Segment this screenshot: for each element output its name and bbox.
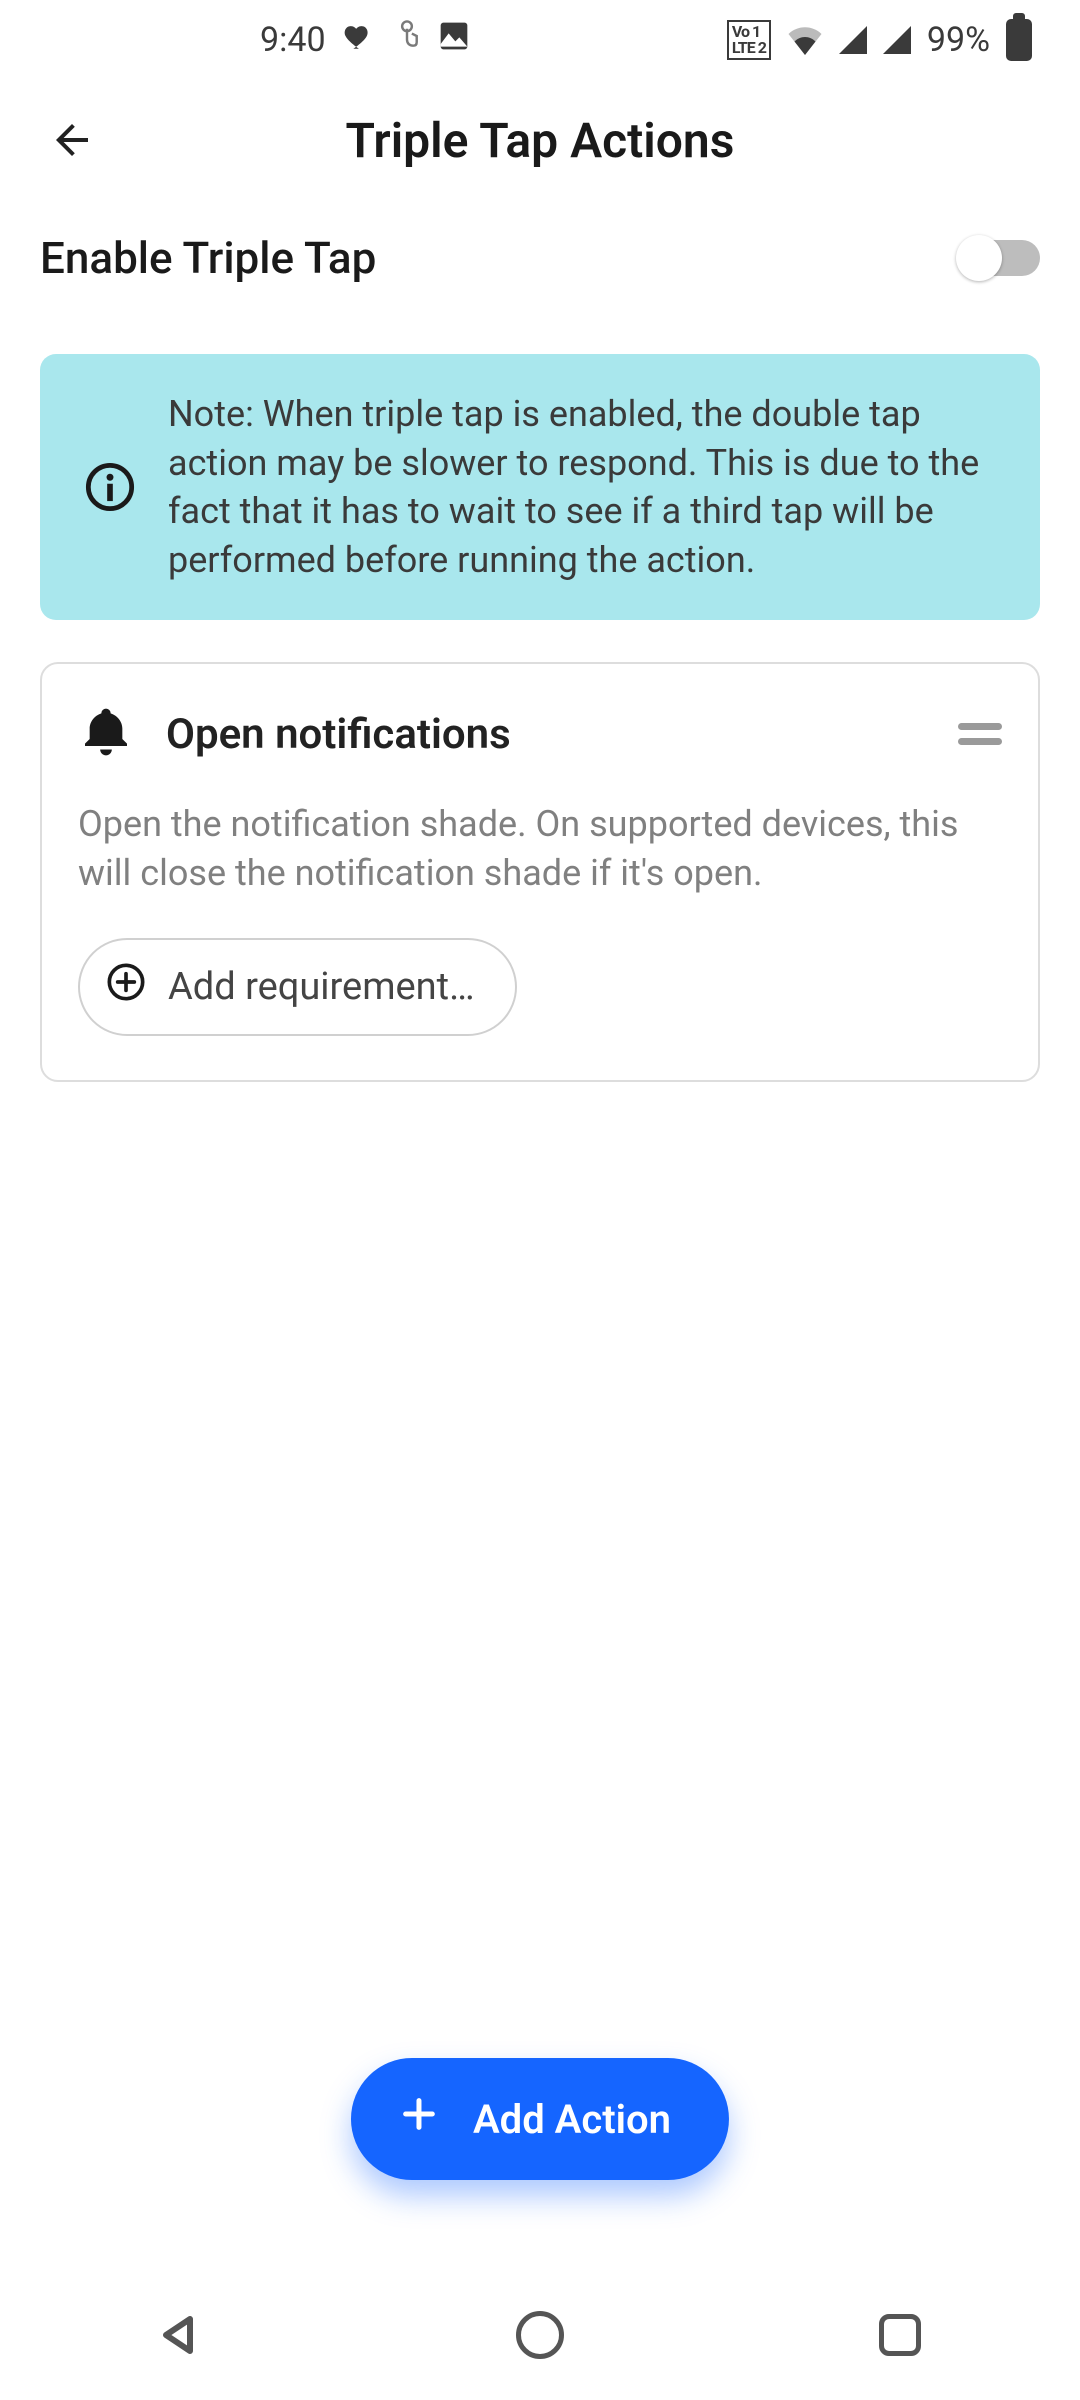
info-note: Note: When triple tap is enabled, the do… (40, 354, 1040, 620)
image-icon (438, 20, 470, 61)
info-icon (80, 461, 140, 513)
nav-home-button[interactable] (500, 2305, 580, 2365)
back-button[interactable] (40, 108, 104, 172)
status-left: 9:40 (260, 19, 470, 62)
enable-triple-tap-label: Enable Triple Tap (40, 232, 376, 284)
nav-recents-button[interactable] (860, 2305, 940, 2365)
page-title: Triple Tap Actions (104, 112, 1040, 169)
signal-icon (883, 26, 911, 54)
bell-icon (78, 704, 134, 764)
battery-icon (1006, 19, 1032, 61)
battery-percent: 99% (927, 20, 990, 60)
touch-icon (392, 19, 422, 62)
add-requirement-label: Add requirement… (168, 965, 475, 1009)
nav-back-button[interactable] (140, 2305, 220, 2365)
status-right: Vo 1LTE 2 99% (727, 19, 1032, 61)
app-bar: Triple Tap Actions (0, 80, 1080, 200)
add-action-label: Add Action (473, 2096, 671, 2143)
info-note-text: Note: When triple tap is enabled, the do… (168, 390, 1000, 584)
action-card: Open notifications Open the notification… (40, 662, 1040, 1081)
add-action-button[interactable]: Add Action (351, 2058, 729, 2180)
drag-handle-icon[interactable] (958, 723, 1002, 745)
wifi-icon (787, 25, 823, 55)
heart-icon (342, 19, 376, 62)
enable-triple-tap-switch[interactable] (958, 240, 1040, 276)
signal-icon (839, 26, 867, 54)
enable-triple-tap-row[interactable]: Enable Triple Tap (40, 210, 1040, 314)
status-bar: 9:40 Vo 1LTE 2 99% (0, 0, 1080, 80)
lte-icon: Vo 1LTE 2 (727, 20, 771, 60)
status-time: 9:40 (260, 20, 326, 60)
system-nav-bar (0, 2270, 1080, 2400)
add-requirement-button[interactable]: Add requirement… (78, 938, 517, 1036)
action-title: Open notifications (166, 710, 511, 759)
action-description: Open the notification shade. On supporte… (78, 800, 1002, 897)
plus-circle-icon (106, 962, 146, 1012)
content: Enable Triple Tap Note: When triple tap … (0, 200, 1080, 2270)
plus-icon (399, 2094, 439, 2144)
